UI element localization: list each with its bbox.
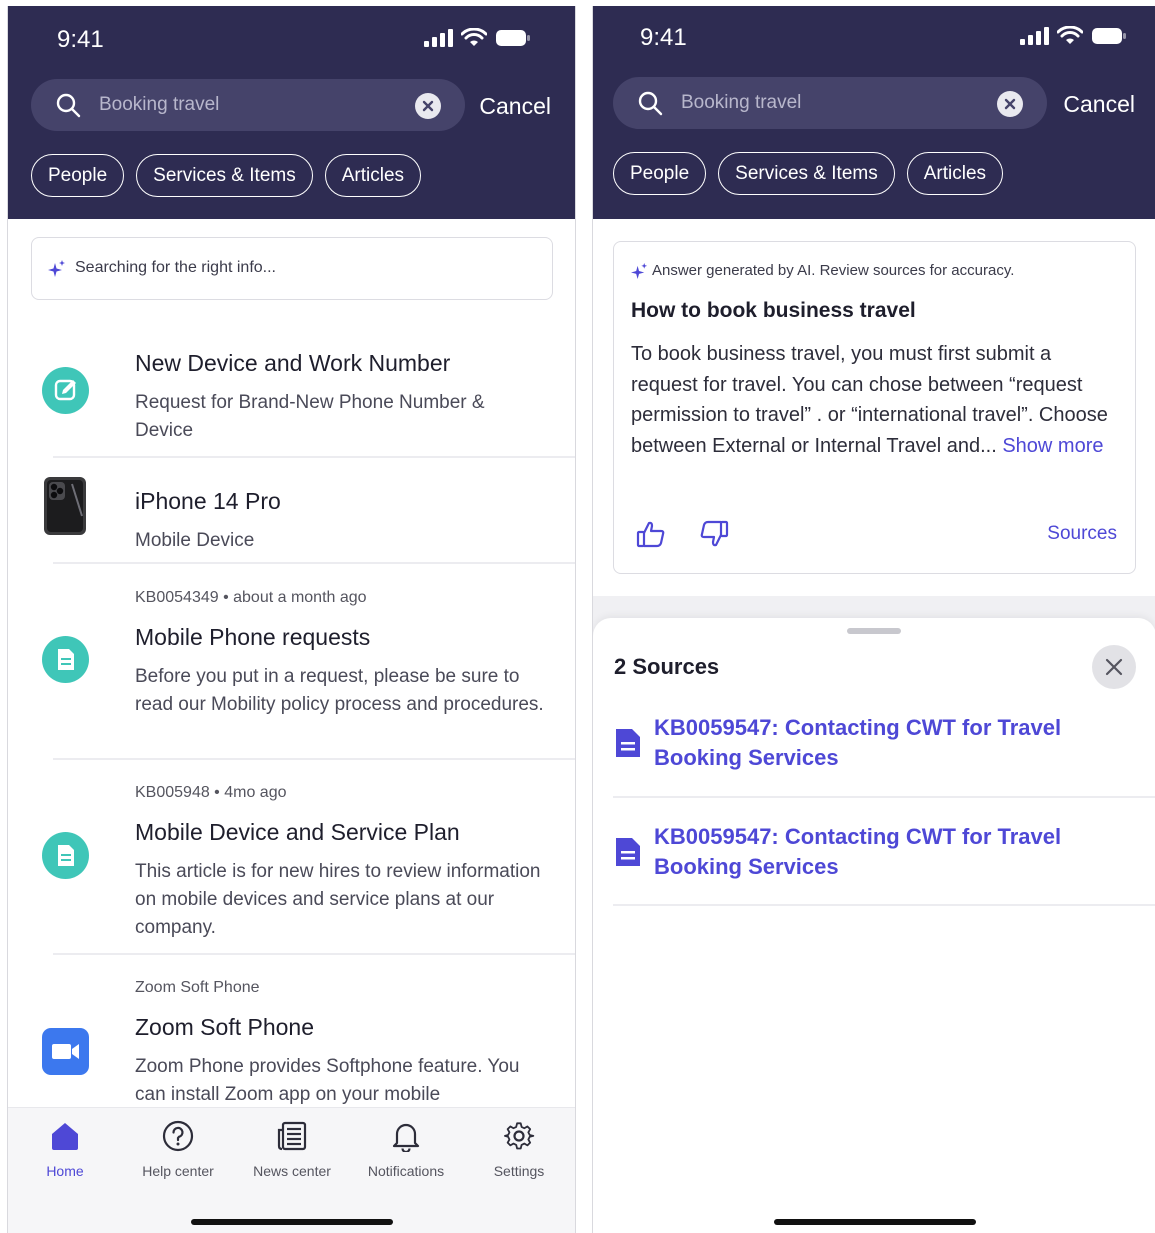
result-title: iPhone 14 Pro xyxy=(135,488,281,514)
tab-label: Notifications xyxy=(367,1163,445,1179)
search-header: 9:41 Booking travel Cancel People Servic… xyxy=(8,6,575,219)
tab-news-center[interactable]: News center xyxy=(237,1120,347,1179)
search-header: 9:41 Booking travel Cancel People Servic… xyxy=(593,6,1155,219)
home-indicator[interactable] xyxy=(774,1219,976,1225)
iphone-thumbnail xyxy=(42,476,88,536)
tab-label: News center xyxy=(253,1163,331,1179)
sources-bottom-sheet: 2 Sources KB0059547: Contacting CWT for … xyxy=(593,618,1155,1233)
divider xyxy=(613,796,1155,798)
document-icon xyxy=(614,836,642,873)
home-icon xyxy=(49,1123,81,1156)
ai-disclaimer: Answer generated by AI. Review sources f… xyxy=(652,262,1015,279)
show-more-link[interactable]: Show more xyxy=(1002,435,1103,457)
cancel-button[interactable]: Cancel xyxy=(1063,91,1135,118)
sources-link[interactable]: Sources xyxy=(1047,523,1117,545)
result-description: Request for Brand-New Phone Number & Dev… xyxy=(135,392,485,441)
answer-body: To book business travel, you must first … xyxy=(631,339,1121,461)
search-icon xyxy=(637,90,663,121)
tab-help-center[interactable]: Help center xyxy=(123,1120,233,1179)
tab-notifications[interactable]: Notifications xyxy=(351,1120,461,1179)
result-title: Mobile Phone requests xyxy=(135,624,371,650)
source-title: KB0059547: Contacting CWT for Travel Boo… xyxy=(654,715,1062,770)
result-description: Mobile Device xyxy=(135,530,255,551)
tab-label: Help center xyxy=(142,1163,214,1179)
result-meta: Zoom Soft Phone xyxy=(135,979,260,996)
search-query: Booking travel xyxy=(99,94,220,115)
news-icon xyxy=(276,1121,308,1156)
answer-title: How to book business travel xyxy=(631,299,916,322)
document-icon xyxy=(614,727,642,764)
chip-articles[interactable]: Articles xyxy=(906,152,1004,195)
result-meta: KB0054349 • about a month ago xyxy=(135,589,367,606)
filter-chips: People Services & Items Articles xyxy=(613,152,1004,195)
close-sheet-button[interactable] xyxy=(1092,645,1136,689)
gear-icon xyxy=(503,1122,535,1156)
sparkle-icon xyxy=(631,263,648,285)
result-title: Mobile Device and Service Plan xyxy=(135,819,460,845)
article-icon xyxy=(42,636,89,683)
home-indicator[interactable] xyxy=(191,1219,393,1225)
zoom-icon xyxy=(42,1028,89,1075)
battery-icon xyxy=(495,29,531,52)
phone-screen-search-results: 9:41 Booking travel Cancel People Servic… xyxy=(7,6,576,1233)
result-description: Zoom Phone provides Softphone feature. Y… xyxy=(135,1056,520,1105)
result-title: Zoom Soft Phone xyxy=(135,1014,314,1040)
divider xyxy=(53,456,575,458)
divider xyxy=(613,904,1155,906)
signal-icon xyxy=(423,28,453,53)
tab-settings[interactable]: Settings xyxy=(464,1120,574,1179)
divider xyxy=(53,562,575,564)
status-icons xyxy=(1019,25,1127,51)
thumbs-down-icon[interactable] xyxy=(699,520,729,553)
phone-screen-ai-answer: 9:41 Booking travel Cancel People Servic… xyxy=(592,6,1155,1233)
sparkle-icon xyxy=(48,260,66,283)
search-query: Booking travel xyxy=(681,92,802,113)
wifi-icon xyxy=(460,27,488,53)
thumbs-up-icon[interactable] xyxy=(636,520,666,553)
signal-icon xyxy=(1019,26,1049,51)
sheet-grabber[interactable] xyxy=(847,628,901,634)
bell-icon xyxy=(390,1123,422,1156)
source-title: KB0059547: Contacting CWT for Travel Boo… xyxy=(654,824,1062,879)
filter-chips: People Services & Items Articles xyxy=(31,154,422,197)
result-description: Before you put in a request, please be s… xyxy=(135,666,544,715)
help-icon xyxy=(162,1120,194,1156)
result-meta: KB005948 • 4mo ago xyxy=(135,784,287,801)
clear-search-icon[interactable] xyxy=(997,91,1023,117)
clear-search-icon[interactable] xyxy=(415,93,441,119)
edit-icon xyxy=(42,367,89,414)
result-title: New Device and Work Number xyxy=(135,350,451,376)
status-icons xyxy=(423,27,531,53)
battery-icon xyxy=(1091,27,1127,50)
ai-answer-card: Answer generated by AI. Review sources f… xyxy=(613,241,1136,574)
chip-services-items[interactable]: Services & Items xyxy=(136,154,313,197)
article-icon xyxy=(42,832,89,879)
search-input[interactable]: Booking travel xyxy=(613,77,1047,129)
chip-articles[interactable]: Articles xyxy=(324,154,422,197)
status-time: 9:41 xyxy=(640,24,687,51)
chip-services-items[interactable]: Services & Items xyxy=(718,152,895,195)
search-input[interactable]: Booking travel xyxy=(31,79,465,131)
ai-search-status-text: Searching for the right info... xyxy=(75,259,276,276)
bottom-tab-bar: Home Help center News center Notificatio… xyxy=(8,1107,575,1233)
tab-home[interactable]: Home xyxy=(10,1120,120,1179)
divider xyxy=(53,953,575,955)
search-icon xyxy=(55,92,81,123)
cancel-button[interactable]: Cancel xyxy=(479,93,551,120)
result-description: This article is for new hires to review … xyxy=(135,861,541,938)
chip-people[interactable]: People xyxy=(613,152,707,195)
ai-search-status: Searching for the right info... xyxy=(31,237,553,300)
status-time: 9:41 xyxy=(57,26,104,53)
wifi-icon xyxy=(1056,25,1084,51)
sheet-title: 2 Sources xyxy=(614,654,720,679)
chip-people[interactable]: People xyxy=(31,154,125,197)
close-icon xyxy=(1092,658,1136,693)
tab-label: Settings xyxy=(493,1163,545,1179)
divider xyxy=(53,758,575,760)
tab-label: Home xyxy=(46,1163,84,1179)
